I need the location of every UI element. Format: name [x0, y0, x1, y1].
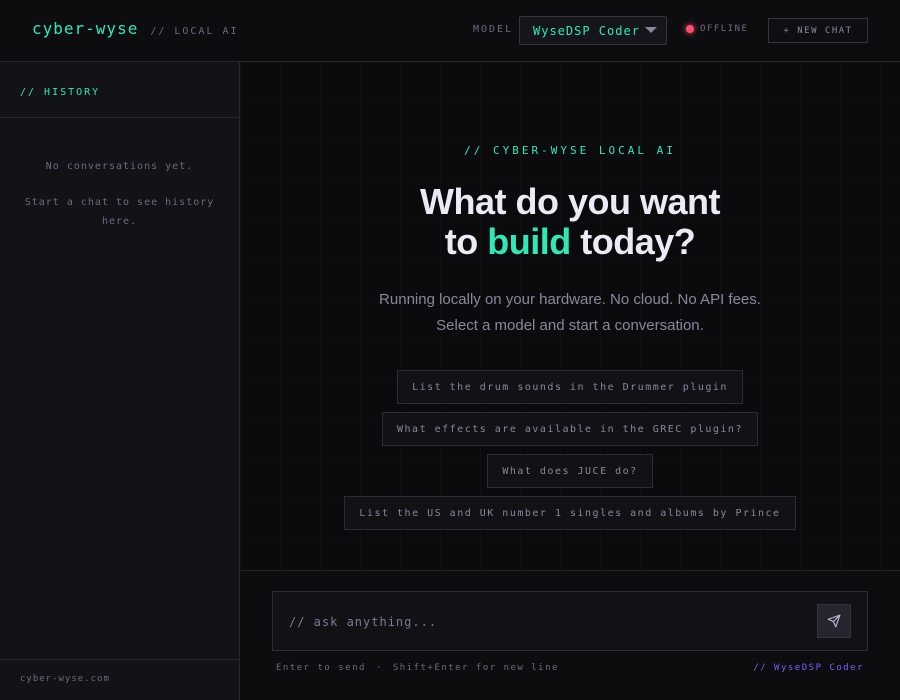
hint-separator: · — [375, 663, 383, 673]
brand: cyber-wyse // LOCAL AI — [32, 19, 239, 38]
message-input-box — [272, 591, 868, 651]
headline-post: today? — [570, 221, 696, 262]
history-empty-state: No conversations yet. Start a chat to se… — [0, 158, 239, 231]
headline-line-2: to build today? — [240, 222, 900, 262]
subtitle-line-1: Running locally on your hardware. No clo… — [379, 291, 761, 308]
brand-tag: // LOCAL AI — [150, 26, 239, 37]
status-text: OFFLINE — [700, 24, 749, 34]
model-select[interactable]: WyseDSP Coder — [519, 16, 667, 45]
chevron-down-icon — [645, 27, 657, 33]
welcome-eyebrow: // CYBER-WYSE LOCAL AI — [464, 144, 676, 157]
hint-send: Enter to send — [276, 663, 366, 673]
active-model-label: // WyseDSP Coder — [753, 663, 864, 673]
status-dot-icon — [686, 25, 694, 33]
top-bar: cyber-wyse // LOCAL AI MODEL WyseDSP Cod… — [0, 0, 900, 62]
new-chat-button[interactable]: + NEW CHAT — [768, 18, 868, 43]
suggestion-chip[interactable]: List the US and UK number 1 singles and … — [344, 496, 796, 530]
model-select-value: WyseDSP Coder — [533, 23, 640, 38]
empty-message: No conversations yet. — [45, 161, 194, 172]
model-label: MODEL — [473, 24, 514, 35]
site-link[interactable]: cyber-wyse.com — [20, 674, 110, 684]
composer: Enter to send · Shift+Enter for new line /… — [240, 570, 900, 700]
sidebar-divider — [0, 117, 239, 118]
suggestion-chip[interactable]: List the drum sounds in the Drummer plug… — [397, 370, 743, 404]
welcome-subtitle: Running locally on your hardware. No clo… — [240, 287, 900, 339]
brand-name[interactable]: cyber-wyse — [32, 19, 138, 38]
history-sidebar: // HISTORY No conversations yet. Start a… — [0, 62, 240, 700]
message-input[interactable] — [289, 612, 809, 632]
send-button[interactable] — [817, 604, 851, 638]
suggestion-chip[interactable]: What effects are available in the GREC p… — [382, 412, 758, 446]
subtitle-line-2: Select a model and start a conversation. — [436, 317, 704, 334]
send-icon — [827, 614, 841, 628]
headline-accent: build — [487, 221, 571, 262]
headline-pre: to — [444, 221, 488, 262]
suggestion-list: List the drum sounds in the Drummer plug… — [240, 370, 900, 538]
keyboard-hints: Enter to send · Shift+Enter for new line — [276, 663, 559, 673]
connection-status: OFFLINE — [686, 24, 748, 34]
history-title: // HISTORY — [20, 87, 101, 98]
suggestion-chip[interactable]: What does JUCE do? — [487, 454, 653, 488]
welcome-panel: // CYBER-WYSE LOCAL AI What do you want … — [240, 62, 900, 570]
headline-line-1: What do you want — [420, 181, 720, 222]
welcome-headline: What do you want to build today? — [240, 182, 900, 262]
sidebar-footer-divider — [0, 659, 239, 660]
hint-newline: Shift+Enter for new line — [392, 663, 559, 673]
empty-hint: Start a chat to see history here. — [24, 197, 215, 227]
